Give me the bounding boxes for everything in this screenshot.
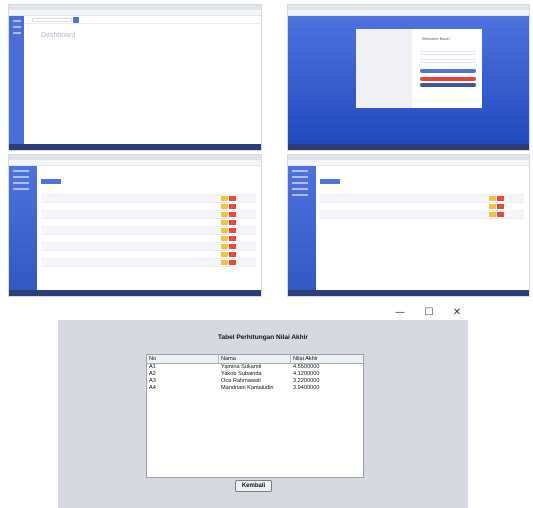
login-title: Welcome Back! [422, 36, 450, 41]
delete-button[interactable] [229, 236, 236, 241]
add-button[interactable] [320, 179, 340, 184]
table-row [320, 211, 524, 219]
score-table: No Nama Nilai Akhir A1 Yamina Sukamti 4.… [146, 354, 364, 478]
cell-no: A4 [149, 385, 156, 391]
table-row [320, 203, 524, 211]
table-row [41, 203, 256, 211]
delete-button[interactable] [497, 204, 504, 209]
cell-nama: Oca Rahmawati [221, 378, 261, 384]
table-header [320, 187, 524, 195]
cell-nama: Mandriani Kamaludin [221, 385, 274, 391]
window-heading: Tabel Perhitungan Nilai Akhir [218, 334, 308, 341]
page-title: Dashboard [41, 32, 76, 39]
taskbar [288, 144, 529, 150]
close-button[interactable]: ✕ [446, 306, 468, 320]
edit-button[interactable] [489, 212, 496, 217]
sidebar [288, 166, 316, 290]
email-field[interactable] [420, 51, 476, 55]
delete-button[interactable] [229, 244, 236, 249]
table-row [41, 259, 256, 267]
column-header-nama[interactable]: Nama [219, 355, 291, 363]
delete-button[interactable] [229, 212, 236, 217]
add-button[interactable] [41, 179, 61, 184]
table-row [41, 227, 256, 235]
cell-nilai-akhir: 3.9400000 [293, 385, 320, 391]
cell-no: A1 [149, 364, 156, 370]
data-table-screenshot [8, 154, 262, 297]
browser-address-bar[interactable] [9, 160, 261, 166]
table-row [41, 235, 256, 243]
delete-button[interactable] [229, 220, 236, 225]
cell-nama: Yakob Subainda [221, 371, 262, 377]
table-row[interactable]: A4 Mandriani Kamaludin 3.9400000 [147, 385, 363, 392]
cell-nilai-akhir: 4.1200000 [293, 371, 320, 377]
maximize-button[interactable]: ☐ [418, 306, 440, 320]
column-header-no[interactable]: No [147, 355, 219, 363]
edit-button[interactable] [489, 196, 496, 201]
delete-button[interactable] [229, 204, 236, 209]
edit-button[interactable] [221, 260, 228, 265]
taskbar [9, 144, 261, 150]
delete-button[interactable] [497, 212, 504, 217]
table-row[interactable]: A1 Yamina Sukamti 4.5500000 [147, 364, 363, 371]
sidebar [9, 166, 37, 290]
delete-button[interactable] [229, 260, 236, 265]
table-row [41, 211, 256, 219]
cell-no: A2 [149, 371, 156, 377]
edit-button[interactable] [221, 228, 228, 233]
search-input[interactable] [32, 18, 72, 22]
final-score-window: — ☐ ✕ Tabel Perhitungan Nilai Akhir No N… [58, 306, 468, 508]
edit-button[interactable] [221, 220, 228, 225]
cell-nilai-akhir: 3.2200000 [293, 378, 320, 384]
login-button[interactable] [420, 69, 476, 73]
facebook-login-button[interactable] [420, 83, 476, 87]
table-row [320, 195, 524, 203]
edit-button[interactable] [221, 196, 228, 201]
delete-button[interactable] [497, 196, 504, 201]
window-content: Tabel Perhitungan Nilai Akhir No Nama Ni… [58, 320, 468, 508]
edit-button[interactable] [221, 212, 228, 217]
login-card: Welcome Back! [356, 29, 482, 108]
window-titlebar: — ☐ ✕ [58, 306, 468, 320]
taskbar [288, 290, 529, 296]
sidebar [9, 16, 24, 144]
data-table-screenshot [287, 154, 530, 297]
table-row [41, 243, 256, 251]
taskbar [9, 290, 261, 296]
column-header-nilai-akhir[interactable]: Nilai Akhir [291, 355, 363, 363]
edit-button[interactable] [221, 236, 228, 241]
table-row [41, 219, 256, 227]
login-image [356, 29, 412, 108]
table-row [41, 195, 256, 203]
table-row[interactable]: A3 Oca Rahmawati 3.2200000 [147, 378, 363, 385]
edit-button[interactable] [489, 204, 496, 209]
table-row [41, 251, 256, 259]
back-button[interactable]: Kembali [235, 480, 272, 492]
search-button[interactable] [73, 17, 79, 23]
table-header-row: No Nama Nilai Akhir [147, 355, 363, 364]
edit-button[interactable] [221, 252, 228, 257]
google-login-button[interactable] [420, 77, 476, 81]
topbar [24, 16, 261, 24]
data-table [41, 179, 256, 267]
table-row[interactable]: A2 Yakob Subainda 4.1200000 [147, 371, 363, 378]
delete-button[interactable] [229, 228, 236, 233]
edit-button[interactable] [221, 204, 228, 209]
login-background: Welcome Back! [288, 16, 529, 144]
dashboard-screenshot: Dashboard [8, 4, 262, 151]
browser-address-bar[interactable] [288, 160, 529, 166]
table-header [41, 187, 256, 195]
minimize-button[interactable]: — [389, 306, 411, 320]
data-table [320, 179, 524, 219]
delete-button[interactable] [229, 252, 236, 257]
delete-button[interactable] [229, 196, 236, 201]
cell-nilai-akhir: 4.5500000 [293, 364, 320, 370]
cell-no: A3 [149, 378, 156, 384]
cell-nama: Yamina Sukamti [221, 364, 262, 370]
password-field[interactable] [420, 59, 476, 63]
edit-button[interactable] [221, 244, 228, 249]
login-screenshot: Welcome Back! [287, 4, 530, 151]
